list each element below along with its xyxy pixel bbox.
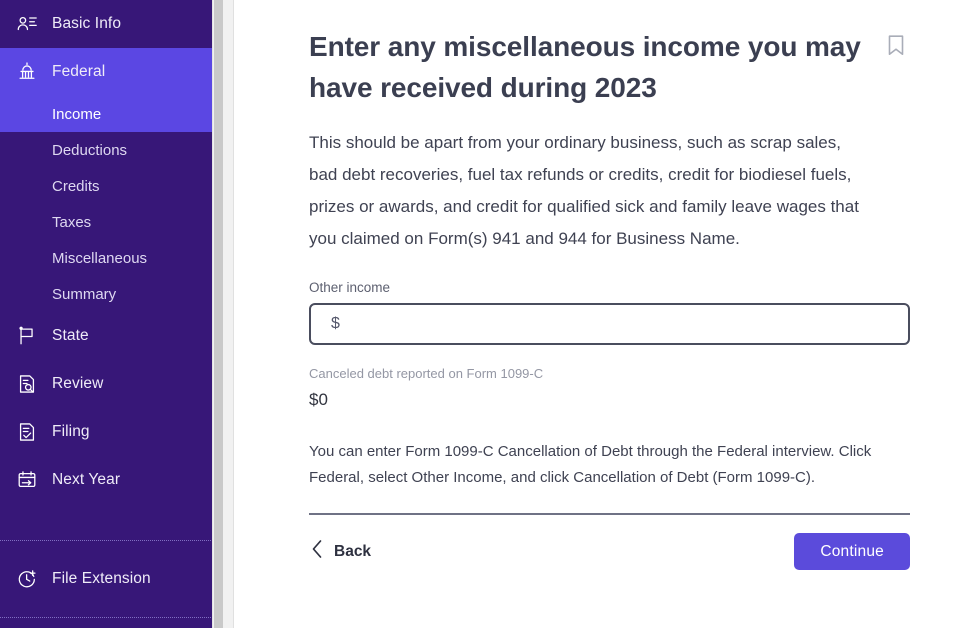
flag-icon [14,323,40,349]
content-inner: Enter any miscellaneous income you may h… [309,0,910,570]
sidebar-bottom-pad [0,618,223,628]
sidebar-scrollbar[interactable] [212,0,223,628]
bookmark-icon[interactable] [886,34,908,58]
canceled-debt-value: $0 [309,390,328,409]
helper-note: You can enter Form 1099-C Cancellation o… [309,443,872,486]
sidebar-item-basic-info[interactable]: Basic Info [0,0,223,48]
clock-plus-icon [14,566,40,592]
sidebar-group-federal: Federal Income [0,48,223,132]
sidebar-item-federal[interactable]: Federal [0,48,223,96]
sidebar-item-filing[interactable]: Filing [0,408,223,456]
sidebar-item-label: File Extension [52,570,151,587]
sidebar-item-state[interactable]: State [0,312,223,360]
header-row: Enter any miscellaneous income you may h… [309,26,910,108]
sidebar-item-file-extension[interactable]: File Extension [0,555,223,603]
sidebar-subitem-label: Miscellaneous [52,249,148,267]
sidebar-subitem-label: Taxes [52,213,92,231]
continue-button[interactable]: Continue [794,533,910,570]
sidebar-item-review[interactable]: Review [0,360,223,408]
sidebar-subitem-summary[interactable]: Summary [0,276,223,312]
capitol-building-icon [14,59,40,85]
app-root: Basic Info Federal Income Deductions Cre… [0,0,955,628]
sidebar-subitem-label: Summary [52,285,117,303]
navigation-buttons: Back Continue [309,533,910,570]
sidebar-item-next-year[interactable]: Next Year [0,456,223,504]
calendar-arrow-icon [14,467,40,493]
back-button[interactable]: Back [309,533,373,570]
sidebar-top-group: Basic Info Federal Income Deductions Cre… [0,0,223,504]
sidebar-item-label: Filing [52,423,90,440]
other-income-input[interactable]: $ [309,303,910,345]
other-income-placeholder: $ [331,315,340,332]
sidebar-subitem-label: Deductions [52,141,128,159]
sidebar-divider-bottom [0,617,223,618]
content-panel: Enter any miscellaneous income you may h… [234,0,955,628]
canceled-debt-label: Canceled debt reported on Form 1099-C [309,366,544,381]
back-button-label: Back [334,542,372,560]
sidebar-subitem-label: Income [52,105,102,123]
page-description: This should be apart from your ordinary … [309,133,859,248]
sidebar-subitem-deductions[interactable]: Deductions [0,132,223,168]
document-check-icon [14,419,40,445]
page-title: Enter any miscellaneous income you may h… [309,31,861,103]
sidebar-subitem-income[interactable]: Income [0,96,223,132]
chevron-left-icon [311,539,324,564]
sidebar-subitem-taxes[interactable]: Taxes [0,204,223,240]
document-search-icon [14,371,40,397]
sidebar-navigation: Basic Info Federal Income Deductions Cre… [0,0,223,628]
sidebar-item-label: Basic Info [52,15,122,32]
content-divider [309,513,910,515]
sidebar-item-label: Federal [52,63,106,80]
sidebar-subitem-credits[interactable]: Credits [0,168,223,204]
sidebar-item-label: Review [52,375,104,392]
other-income-label: Other income [309,280,391,295]
sidebar-federal-sublist: Deductions Credits Taxes Miscellaneous S… [0,132,223,312]
sidebar-subitem-label: Credits [52,177,100,195]
user-card-icon [14,11,40,37]
sidebar-divider-top [0,540,223,541]
content-left-gutter [223,0,234,628]
sidebar-subitem-miscellaneous[interactable]: Miscellaneous [0,240,223,276]
sidebar-item-label: Next Year [52,471,121,488]
sidebar-item-label: State [52,327,89,344]
main-area: Enter any miscellaneous income you may h… [223,0,955,628]
sidebar-scrollbar-thumb[interactable] [214,0,223,628]
